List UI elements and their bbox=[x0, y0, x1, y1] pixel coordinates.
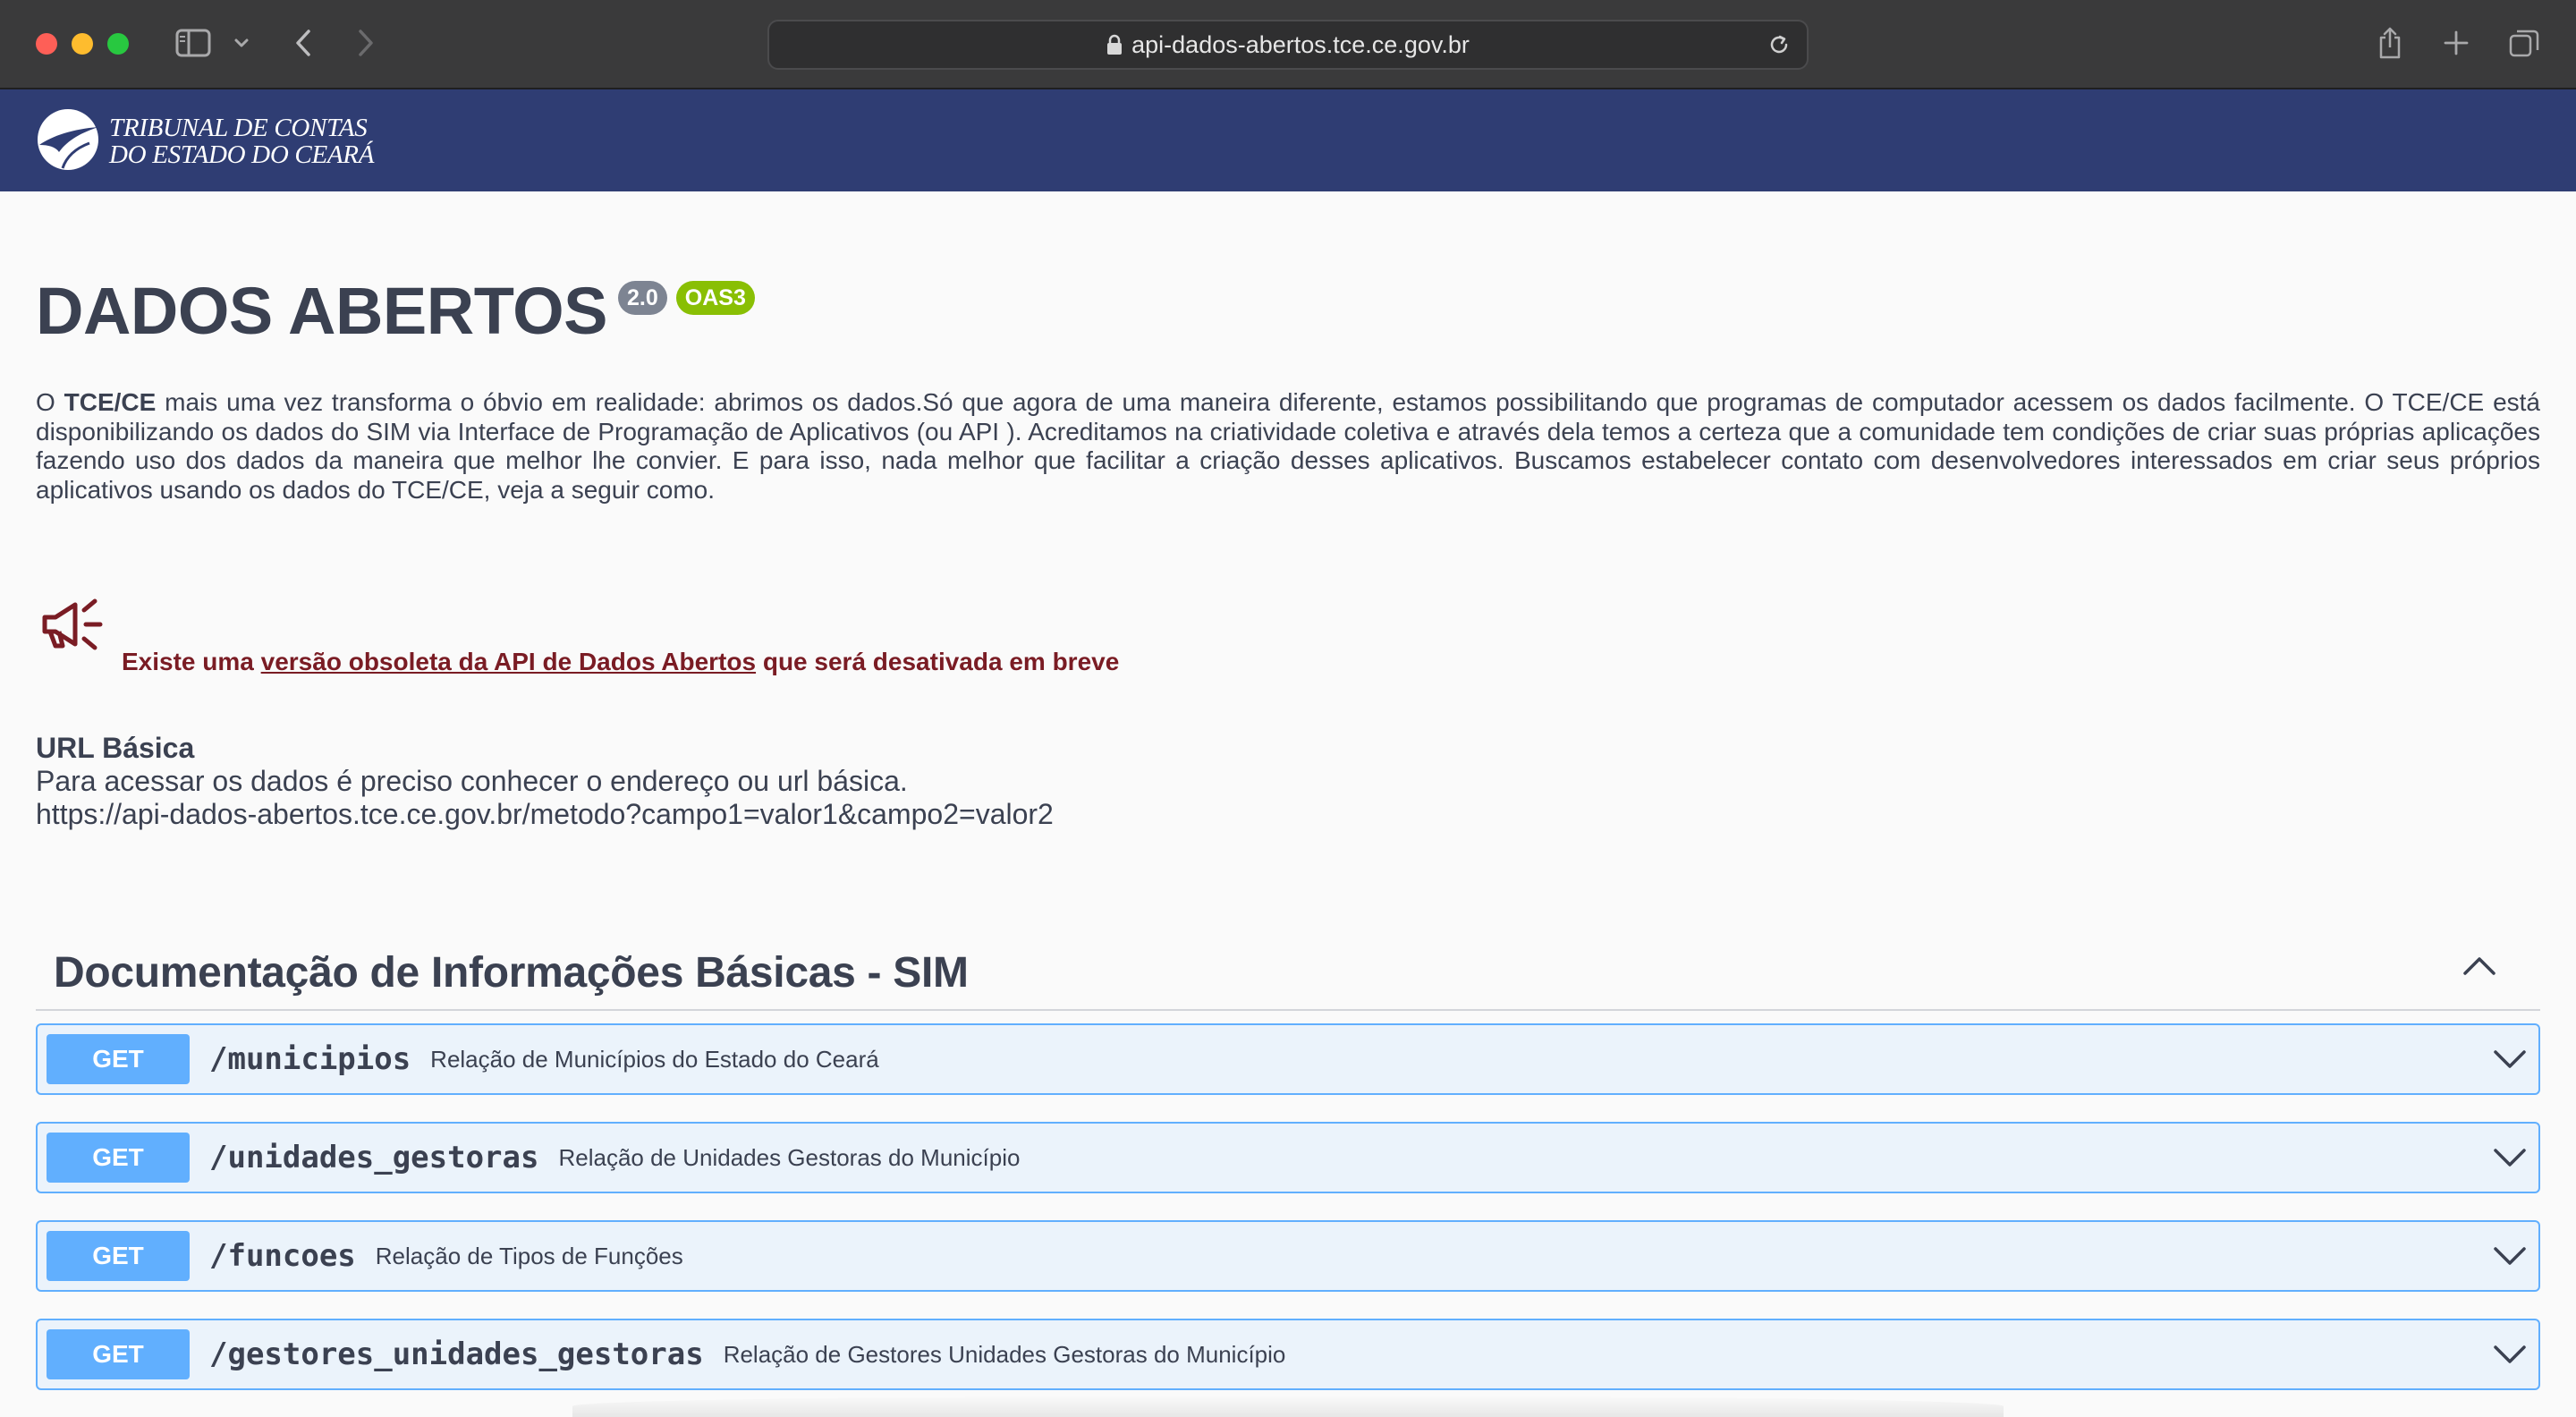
operation-get-municipios[interactable]: GET /municipios Relação de Municípios do… bbox=[36, 1023, 2540, 1095]
base-url-section: URL Básica Para acessar os dados é preci… bbox=[36, 732, 1054, 831]
description-bold: TCE/CE bbox=[64, 388, 157, 416]
browser-toolbar: api-dados-abertos.tce.ce.gov.br bbox=[0, 0, 2576, 89]
notice-suffix: que será desativada em breve bbox=[756, 648, 1120, 675]
operation-get-funcoes[interactable]: GET /funcoes Relação de Tipos de Funções bbox=[36, 1220, 2540, 1292]
address-text: api-dados-abertos.tce.ce.gov.br bbox=[1131, 30, 1470, 58]
operation-path[interactable]: /gestores_unidades_gestoras bbox=[209, 1336, 704, 1372]
notice-prefix: Existe uma bbox=[122, 648, 261, 675]
megaphone-icon bbox=[39, 594, 118, 663]
version-badge: 2.0 bbox=[618, 281, 667, 315]
deprecation-notice: Existe uma versão obsoleta da API de Dad… bbox=[36, 594, 1288, 683]
logo-line-1: TRIBUNAL DE CONTAS bbox=[109, 114, 368, 142]
page-title: DADOS ABERTOS bbox=[36, 274, 608, 348]
share-icon[interactable] bbox=[2374, 25, 2406, 61]
tce-logo-icon[interactable] bbox=[36, 106, 100, 178]
deprecation-notice-text: Existe uma versão obsoleta da API de Dad… bbox=[122, 648, 1119, 676]
tabs-overview-icon[interactable] bbox=[2506, 25, 2542, 61]
site-header: TRIBUNAL DE CONTAS DO ESTADO DO CEARÁ bbox=[0, 89, 2576, 191]
api-description: O TCE/CE mais uma vez transforma o óbvio… bbox=[36, 388, 2540, 505]
zoom-window-button[interactable] bbox=[107, 33, 129, 55]
tag-section-header[interactable]: Documentação de Informações Básicas - SI… bbox=[36, 923, 2540, 1011]
http-method-badge: GET bbox=[47, 1034, 190, 1084]
back-icon[interactable] bbox=[288, 25, 318, 61]
chevron-up-icon[interactable] bbox=[2462, 952, 2497, 983]
chevron-down-icon[interactable] bbox=[2492, 1340, 2528, 1371]
operation-path[interactable]: /municipios bbox=[209, 1041, 411, 1077]
http-method-badge: GET bbox=[47, 1133, 190, 1183]
tce-logo-text[interactable]: TRIBUNAL DE CONTAS DO ESTADO DO CEARÁ bbox=[109, 115, 374, 168]
address-bar[interactable]: api-dados-abertos.tce.ce.gov.br bbox=[767, 20, 1809, 70]
chevron-down-icon[interactable] bbox=[2492, 1045, 2528, 1076]
operation-path[interactable]: /funcoes bbox=[209, 1238, 356, 1274]
description-prefix: O bbox=[36, 388, 64, 416]
http-method-badge: GET bbox=[47, 1231, 190, 1281]
logo-line-2: DO ESTADO DO CEARÁ bbox=[109, 140, 375, 169]
obsolete-api-link[interactable]: versão obsoleta da API de Dados Abertos bbox=[261, 648, 756, 675]
reload-icon[interactable] bbox=[1767, 33, 1791, 63]
new-tab-icon[interactable] bbox=[2440, 25, 2472, 61]
window-bottom-shadow bbox=[572, 1396, 2004, 1417]
base-url-heading: URL Básica bbox=[36, 732, 195, 764]
operation-get-unidades-gestoras[interactable]: GET /unidades_gestoras Relação de Unidad… bbox=[36, 1122, 2540, 1193]
chevron-down-icon[interactable] bbox=[2492, 1242, 2528, 1273]
operation-path[interactable]: /unidades_gestoras bbox=[209, 1140, 538, 1175]
chevron-down-icon[interactable] bbox=[2492, 1143, 2528, 1175]
minimize-window-button[interactable] bbox=[72, 33, 93, 55]
oas-badge: OAS3 bbox=[675, 281, 755, 315]
info-title-row: DADOS ABERTOS 2.0 OAS3 bbox=[36, 274, 755, 349]
operation-summary: Relação de Gestores Unidades Gestoras do… bbox=[723, 1340, 1286, 1368]
operation-summary: Relação de Tipos de Funções bbox=[375, 1242, 683, 1269]
chevron-down-icon[interactable] bbox=[231, 25, 252, 61]
http-method-badge: GET bbox=[47, 1329, 190, 1379]
operation-get-gestores-unidades-gestoras[interactable]: GET /gestores_unidades_gestoras Relação … bbox=[36, 1319, 2540, 1390]
forward-icon[interactable] bbox=[351, 25, 381, 61]
tag-section-title[interactable]: Documentação de Informações Básicas - SI… bbox=[54, 948, 969, 997]
operation-summary: Relação de Unidades Gestoras do Municípi… bbox=[558, 1143, 1021, 1171]
operation-summary: Relação de Municípios do Estado do Ceará bbox=[430, 1045, 879, 1073]
base-url-example: https://api-dados-abertos.tce.ce.gov.br/… bbox=[36, 798, 1054, 830]
base-url-text: Para acessar os dados é preciso conhecer… bbox=[36, 765, 908, 797]
description-text: mais uma vez transforma o óbvio em reali… bbox=[36, 388, 2540, 504]
sidebar-icon[interactable] bbox=[174, 25, 213, 61]
close-window-button[interactable] bbox=[36, 33, 57, 55]
lock-icon bbox=[1106, 34, 1123, 55]
